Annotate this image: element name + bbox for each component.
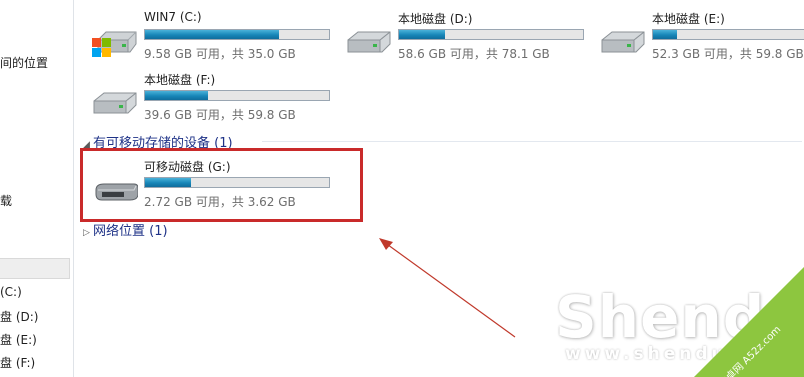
drive-usage-fill bbox=[653, 30, 677, 39]
hard-drive-icon bbox=[601, 31, 645, 53]
expand-arrow-icon[interactable]: ▷ bbox=[83, 228, 93, 238]
drive-space-info: 58.6 GB 可用，共 78.1 GB bbox=[398, 47, 550, 61]
group-header-label: 网络位置 (1) bbox=[93, 224, 168, 239]
drive-usage-fill bbox=[145, 30, 280, 39]
drive-usage-fill bbox=[399, 30, 445, 39]
drive-usage-bar bbox=[652, 29, 804, 40]
drive-usage-fill bbox=[145, 91, 208, 100]
group-divider bbox=[262, 141, 802, 142]
nav-item-location[interactable]: 间的位置 bbox=[0, 54, 48, 71]
drive-usage-bar bbox=[144, 90, 330, 101]
nav-item-drive-f[interactable]: 盘 (F:) bbox=[0, 354, 35, 371]
drive-name: 本地磁盘 (F:) bbox=[144, 73, 216, 87]
drive-tile-c[interactable]: WIN7 (C:) 9.58 GB 可用，共 35.0 GB bbox=[92, 10, 342, 62]
drive-name: 本地磁盘 (D:) bbox=[398, 12, 473, 26]
nav-item-drive-e[interactable]: 盘 (E:) bbox=[0, 331, 37, 348]
drive-name: WIN7 (C:) bbox=[144, 10, 202, 24]
nav-item-drive-c[interactable]: (C:) bbox=[0, 285, 22, 299]
drive-space-info: 39.6 GB 可用，共 59.8 GB bbox=[144, 108, 296, 122]
annotation-arrow bbox=[379, 238, 516, 338]
drive-space-info: 9.58 GB 可用，共 35.0 GB bbox=[144, 47, 296, 61]
hard-drive-icon bbox=[93, 92, 137, 114]
drive-tile-e[interactable]: 本地磁盘 (E:) 52.3 GB 可用，共 59.8 GB bbox=[600, 10, 804, 62]
nav-item-drive-d[interactable]: 盘 (D:) bbox=[0, 308, 38, 325]
drive-tile-d[interactable]: 本地磁盘 (D:) 58.6 GB 可用，共 78.1 GB bbox=[346, 10, 596, 62]
drive-space-info: 52.3 GB 可用，共 59.8 GB bbox=[652, 47, 804, 61]
navigation-pane: 间的位置 载 (C:) 盘 (D:) 盘 (E:) 盘 (F:) bbox=[0, 0, 74, 377]
annotation-highlight-box bbox=[80, 148, 363, 222]
drive-tile-f[interactable]: 本地磁盘 (F:) 39.6 GB 可用，共 59.8 GB bbox=[92, 71, 342, 123]
system-drive-icon bbox=[92, 31, 137, 57]
nav-item-downloads[interactable]: 载 bbox=[0, 192, 12, 209]
drive-name: 本地磁盘 (E:) bbox=[652, 12, 725, 26]
drive-usage-bar bbox=[144, 29, 330, 40]
nav-selection-highlight bbox=[0, 258, 70, 279]
corner-ribbon-logo: 飞卓网 A52z.com bbox=[694, 267, 804, 377]
group-header-network[interactable]: ▷ 网络位置 (1) bbox=[83, 220, 168, 239]
drive-usage-bar bbox=[398, 29, 584, 40]
hard-drive-icon bbox=[347, 31, 391, 53]
